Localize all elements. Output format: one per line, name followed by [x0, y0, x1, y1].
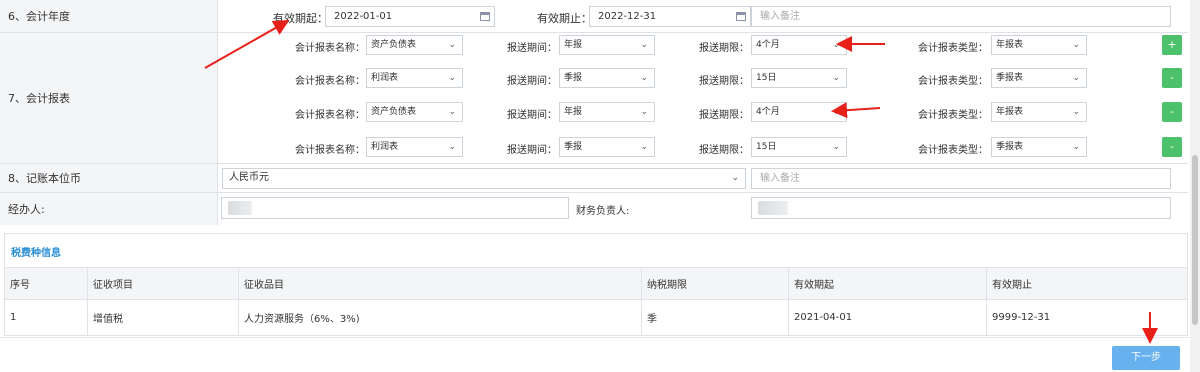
start-date-label: 有效期起：	[273, 12, 328, 25]
report-deadline-label: 报送期限：	[699, 43, 749, 54]
table-cell: 9999-12-31	[992, 312, 1051, 323]
report-type-select[interactable]: 季报表 ⌄	[991, 68, 1087, 88]
tax-info-title: 税费种信息	[11, 248, 61, 259]
table-row: 1 增值税 人力资源服务（6%、3%) 季 2021-04-01 9999-12…	[5, 300, 1187, 335]
chevron-down-icon: ⌄	[640, 142, 648, 152]
report-type-label: 会计报表类型：	[918, 110, 988, 121]
remove-report-button[interactable]: -	[1162, 102, 1182, 122]
fiscal-year-remark-input[interactable]: 输入备注	[751, 6, 1171, 27]
report-type-select[interactable]: 年报表 ⌄	[991, 35, 1087, 55]
finance-manager-label: 财务负责人:	[576, 206, 630, 217]
report-deadline-select[interactable]: 15日 ⌄	[751, 68, 847, 88]
chevron-down-icon: ⌄	[1072, 40, 1080, 50]
currency-row: 8、记账本位币 人民币元 ⌄ 输入备注	[0, 164, 1188, 193]
chevron-down-icon: ⌄	[832, 73, 840, 83]
calendar-icon[interactable]	[736, 12, 746, 21]
report-name-label: 会计报表名称：	[295, 145, 365, 156]
report-period-label: 报送期间：	[507, 76, 557, 87]
report-type-label: 会计报表类型：	[918, 145, 988, 156]
tax-table-header: 序号 征收项目 征收品目 纳税期限 有效期起 有效期止	[5, 267, 1187, 300]
handler-input[interactable]	[221, 197, 569, 219]
report-type-select[interactable]: 年报表 ⌄	[991, 102, 1087, 122]
report-deadline-select[interactable]: 4个月 ⌄	[751, 35, 847, 55]
report-deadline-select[interactable]: 4个月 ⌄	[751, 102, 847, 122]
report-type-label: 会计报表类型：	[918, 43, 988, 54]
table-cell: 人力资源服务（6%、3%)	[239, 300, 642, 335]
report-name-label: 会计报表名称：	[295, 110, 365, 121]
handler-row: 经办人: 财务负责人:	[0, 193, 1188, 225]
chevron-down-icon: ⌄	[832, 142, 840, 152]
table-cell: 季	[642, 300, 789, 335]
chevron-down-icon: ⌄	[1072, 142, 1080, 152]
report-name-label: 会计报表名称：	[295, 43, 365, 54]
report-deadline-select[interactable]: 15日 ⌄	[751, 137, 847, 157]
calendar-icon[interactable]	[480, 12, 490, 21]
handler-label: 经办人:	[0, 193, 218, 225]
report-period-select[interactable]: 季报 ⌄	[559, 137, 655, 157]
report-name-select[interactable]: 利润表 ⌄	[366, 137, 463, 157]
tax-info-section: 税费种信息 序号 征收项目 征收品目 纳税期限 有效期起 有效期止 1 增值税 …	[4, 233, 1188, 336]
add-report-button[interactable]: +	[1162, 35, 1182, 55]
remove-report-button[interactable]: -	[1162, 137, 1182, 157]
finance-manager-input[interactable]	[751, 197, 1171, 219]
report-name-select[interactable]: 资产负债表 ⌄	[366, 35, 463, 55]
fiscal-year-row: 6、会计年度 有效期起： 2022-01-01 有效期止： 2022-12-31…	[0, 0, 1188, 33]
report-name-select[interactable]: 利润表 ⌄	[366, 68, 463, 88]
report-period-label: 报送期间：	[507, 145, 557, 156]
currency-label: 8、记账本位币	[0, 164, 218, 192]
scrollbar-thumb[interactable]	[1192, 155, 1198, 325]
chevron-down-icon: ⌄	[731, 173, 739, 183]
table-cell: 1	[5, 300, 88, 335]
col-header: 序号	[5, 268, 88, 299]
fiscal-year-label: 6、会计年度	[0, 0, 218, 32]
col-header: 有效期止	[992, 280, 1032, 291]
chevron-down-icon: ⌄	[448, 142, 456, 152]
report-period-label: 报送期间：	[507, 43, 557, 54]
report-type-label: 会计报表类型：	[918, 76, 988, 87]
end-date-label: 有效期止：	[537, 12, 592, 25]
report-type-select[interactable]: 季报表 ⌄	[991, 137, 1087, 157]
chevron-down-icon: ⌄	[640, 107, 648, 117]
currency-select[interactable]: 人民币元 ⌄	[222, 168, 746, 189]
chevron-down-icon: ⌄	[832, 107, 840, 117]
start-date-input[interactable]: 2022-01-01	[325, 6, 495, 27]
table-cell: 2021-04-01	[789, 300, 987, 335]
chevron-down-icon: ⌄	[832, 40, 840, 50]
report-name-label: 会计报表名称：	[295, 76, 365, 87]
col-header: 纳税期限	[642, 268, 789, 299]
col-header: 征收项目	[88, 268, 239, 299]
end-date-input[interactable]: 2022-12-31	[589, 6, 751, 27]
col-header: 有效期起	[789, 268, 987, 299]
table-cell: 增值税	[88, 300, 239, 335]
chevron-down-icon: ⌄	[448, 73, 456, 83]
chevron-down-icon: ⌄	[640, 73, 648, 83]
report-period-select[interactable]: 季报 ⌄	[559, 68, 655, 88]
report-deadline-label: 报送期限：	[699, 110, 749, 121]
report-deadline-label: 报送期限：	[699, 145, 749, 156]
report-period-select[interactable]: 年报 ⌄	[559, 35, 655, 55]
reports-row: 7、会计报表 会计报表名称： 资产负债表 ⌄ 报送期间： 年报 ⌄ 报送期限： 4个月 ⌄ 会计报…	[0, 33, 1188, 164]
redacted-name	[758, 201, 788, 215]
reports-label: 7、会计报表	[0, 33, 218, 163]
chevron-down-icon: ⌄	[1072, 73, 1080, 83]
remove-report-button[interactable]: -	[1162, 68, 1182, 88]
report-deadline-label: 报送期限：	[699, 76, 749, 87]
report-period-label: 报送期间：	[507, 110, 557, 121]
currency-remark-input[interactable]: 输入备注	[751, 168, 1171, 189]
bottom-bar: 下一步	[0, 337, 1200, 372]
chevron-down-icon: ⌄	[640, 40, 648, 50]
chevron-down-icon: ⌄	[448, 40, 456, 50]
redacted-name	[228, 201, 252, 215]
report-name-select[interactable]: 资产负债表 ⌄	[366, 102, 463, 122]
report-period-select[interactable]: 年报 ⌄	[559, 102, 655, 122]
col-header: 征收品目	[239, 268, 642, 299]
scrollbar[interactable]	[1190, 0, 1200, 372]
chevron-down-icon: ⌄	[448, 107, 456, 117]
next-step-button[interactable]: 下一步	[1112, 346, 1180, 370]
chevron-down-icon: ⌄	[1072, 107, 1080, 117]
